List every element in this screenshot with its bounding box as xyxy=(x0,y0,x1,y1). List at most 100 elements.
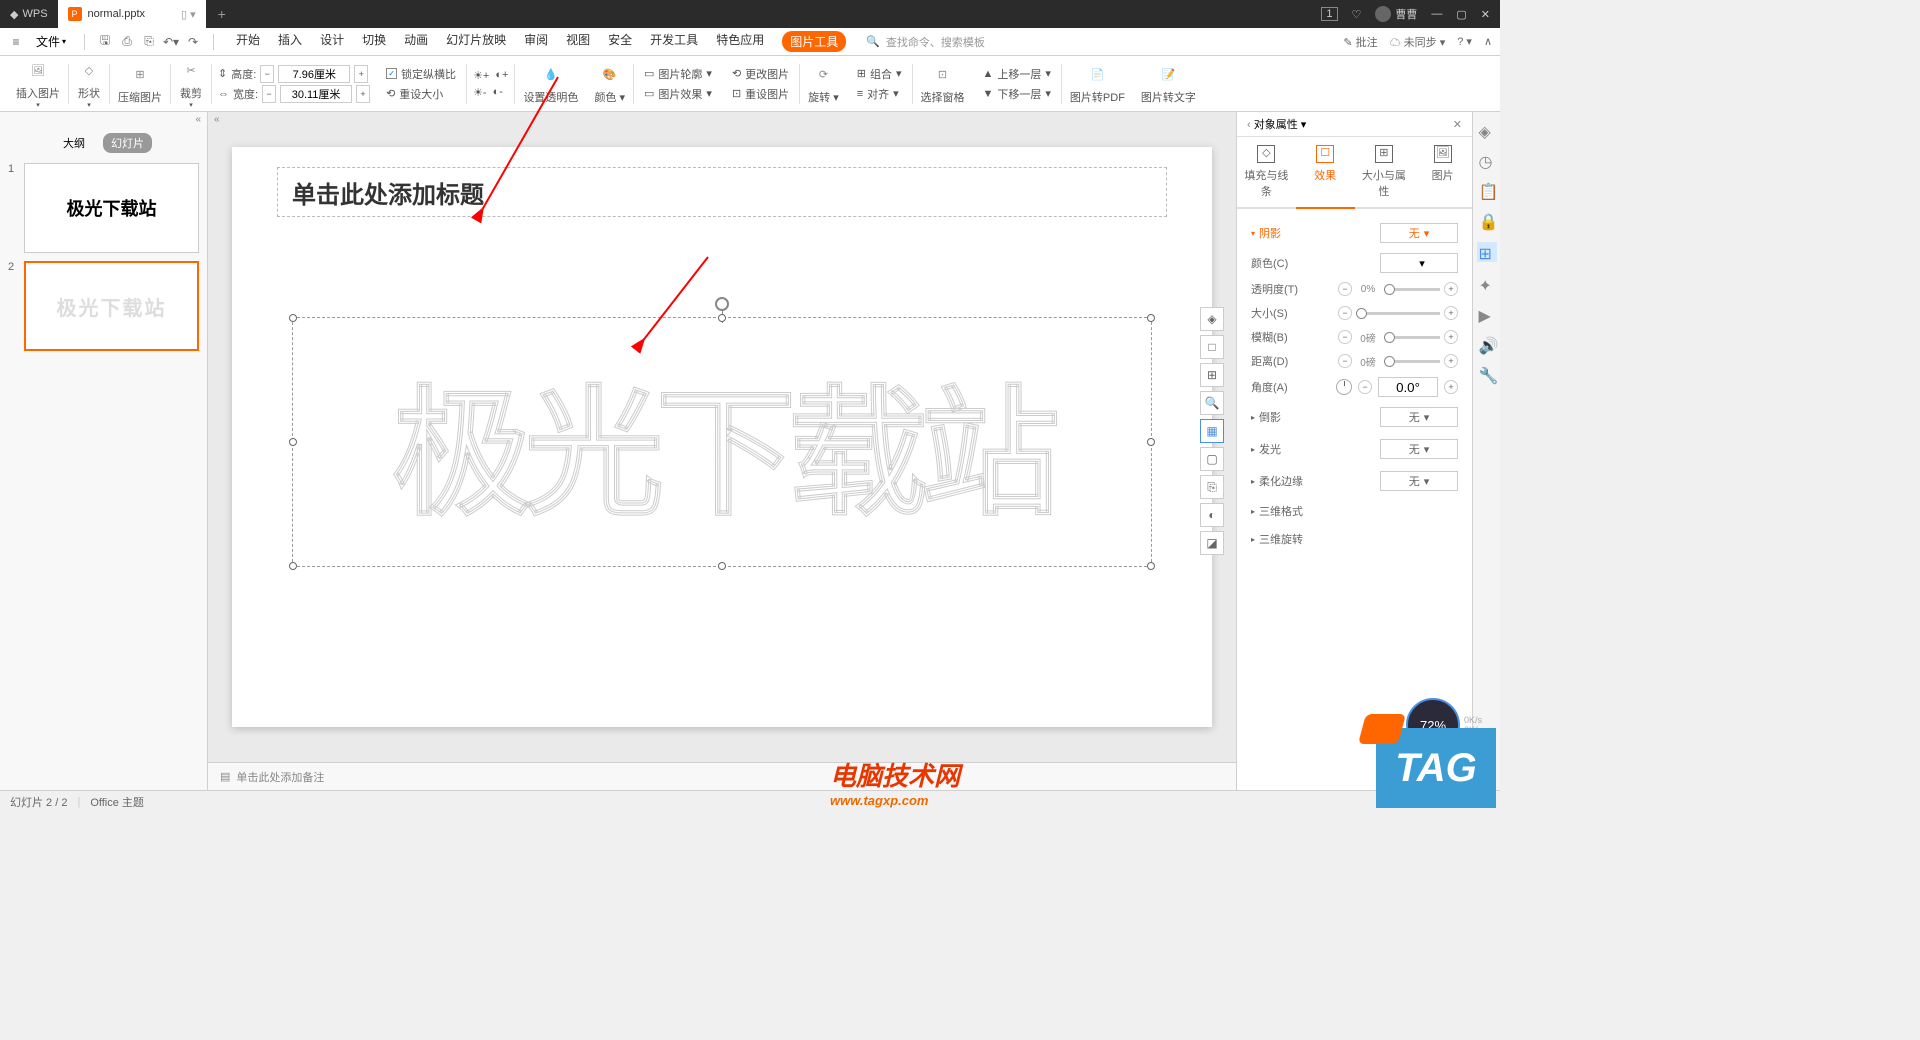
print-preview-icon[interactable]: ⎙ xyxy=(119,34,135,50)
selected-image[interactable]: 极光下载站 xyxy=(292,317,1152,567)
size-minus[interactable]: − xyxy=(1338,306,1352,320)
send-backward-button[interactable]: ▼下移一层 ▾ xyxy=(979,85,1055,103)
trans-minus[interactable]: − xyxy=(1338,282,1352,296)
ft-layers-icon[interactable]: ◈ xyxy=(1200,307,1224,331)
sec-shadow[interactable]: ▾阴影 无 ▾ xyxy=(1251,217,1458,249)
user-avatar[interactable]: 曹曹 xyxy=(1375,6,1417,22)
rs-lock-icon[interactable]: 🔒 xyxy=(1479,212,1495,228)
badge[interactable]: 1 xyxy=(1321,7,1337,21)
prop-close-icon[interactable]: ✕ xyxy=(1453,118,1462,131)
sec-softedge[interactable]: ▸柔化边缘 无 ▾ xyxy=(1251,465,1458,497)
sec-glow[interactable]: ▸发光 无 ▾ xyxy=(1251,433,1458,465)
reflection-preset[interactable]: 无 ▾ xyxy=(1380,407,1458,427)
rs-clipboard-icon[interactable]: 📋 xyxy=(1479,182,1495,198)
ft-style-icon[interactable]: ◐ xyxy=(1200,503,1224,527)
height-input[interactable] xyxy=(278,65,350,83)
tab-design[interactable]: 设计 xyxy=(320,31,344,52)
collapse-ribbon-icon[interactable]: ∧ xyxy=(1484,35,1492,48)
print-icon[interactable]: ⎘ xyxy=(141,34,157,50)
slide[interactable]: 单击此处添加标题 极光下载站 xyxy=(232,147,1212,727)
tab-slideshow[interactable]: 幻灯片放映 xyxy=(446,31,506,52)
prop-tab-fill[interactable]: ◇填充与线条 xyxy=(1237,137,1296,207)
height-minus[interactable]: − xyxy=(260,65,274,83)
maximize-icon[interactable]: ▢ xyxy=(1456,8,1466,21)
angle-minus[interactable]: − xyxy=(1358,380,1372,394)
slide-thumb-1[interactable]: 极光下载站 xyxy=(24,163,199,253)
selection-pane-button[interactable]: ⊡选择窗格 xyxy=(913,56,973,111)
document-tab[interactable]: P normal.pptx ▯ ▾ xyxy=(58,0,206,28)
rotate-handle[interactable] xyxy=(715,297,729,311)
notes-pane[interactable]: ▤ 单击此处添加备注 xyxy=(208,762,1236,790)
crop-button[interactable]: ✂裁剪▾ xyxy=(171,56,211,111)
dist-minus[interactable]: − xyxy=(1338,354,1352,368)
shadow-color[interactable]: ▾ xyxy=(1380,253,1458,273)
compress-button[interactable]: ⊞压缩图片 xyxy=(110,56,170,111)
ft-grid-icon[interactable]: ⊞ xyxy=(1200,363,1224,387)
rs-clock-icon[interactable]: ◷ xyxy=(1479,152,1495,168)
undo-icon[interactable]: ↶▾ xyxy=(163,34,179,50)
prop-tab-picture[interactable]: 🖼图片 xyxy=(1413,137,1472,207)
tab-animation[interactable]: 动画 xyxy=(404,31,428,52)
annotate-button[interactable]: ✎ 批注 xyxy=(1343,34,1377,50)
redo-icon[interactable]: ↷ xyxy=(185,34,201,50)
ft-bg-icon[interactable]: ▢ xyxy=(1200,447,1224,471)
reset-size-button[interactable]: ⟲重设大小 xyxy=(382,85,460,103)
lock-ratio-checkbox[interactable]: ✓锁定纵横比 xyxy=(382,65,460,83)
tab-dropdown-icon[interactable]: ▯ ▾ xyxy=(181,8,196,21)
blur-minus[interactable]: − xyxy=(1338,330,1352,344)
group-button[interactable]: ⊞组合 ▾ xyxy=(853,65,906,83)
tab-dev[interactable]: 开发工具 xyxy=(650,31,698,52)
dist-slider[interactable] xyxy=(1384,360,1440,363)
tab-special[interactable]: 特色应用 xyxy=(716,31,764,52)
size-slider[interactable] xyxy=(1356,312,1440,315)
close-icon[interactable]: ✕ xyxy=(1481,8,1490,21)
tab-review[interactable]: 审阅 xyxy=(524,31,548,52)
prop-collapse-left-icon[interactable]: « xyxy=(208,112,1236,127)
sec-3drotate[interactable]: ▸三维旋转 xyxy=(1251,525,1458,553)
contrast-plus-icon[interactable]: ◐+ xyxy=(495,69,508,82)
new-tab-button[interactable]: + xyxy=(206,6,238,22)
tab-view[interactable]: 视图 xyxy=(566,31,590,52)
save-icon[interactable]: 🖫 xyxy=(97,34,113,50)
outline-button[interactable]: ▭图片轮廓 ▾ xyxy=(640,65,716,83)
tab-picture-tools[interactable]: 图片工具 xyxy=(782,31,846,52)
handle-mr[interactable] xyxy=(1147,438,1155,446)
angle-input[interactable] xyxy=(1378,377,1438,397)
wps-logo[interactable]: ◆ WPS xyxy=(0,8,58,21)
search-box[interactable]: 🔍 查找命令、搜索模板 xyxy=(866,34,985,50)
change-pic-button[interactable]: ⟲更改图片 xyxy=(728,65,793,83)
handle-bc[interactable] xyxy=(718,562,726,570)
tab-home[interactable]: 开始 xyxy=(236,31,260,52)
contrast-minus-icon[interactable]: ◐- xyxy=(493,86,503,99)
set-transparent-button[interactable]: 💧设置透明色 xyxy=(515,56,586,111)
file-menu[interactable]: 文件▾ xyxy=(30,31,72,52)
sec-3dformat[interactable]: ▸三维格式 xyxy=(1251,497,1458,525)
reset-pic-button[interactable]: ⊡重设图片 xyxy=(728,85,793,103)
handle-tc[interactable] xyxy=(718,314,726,322)
handle-br[interactable] xyxy=(1147,562,1155,570)
sync-button[interactable]: ☁ 未同步 ▾ xyxy=(1390,34,1446,50)
brightness-minus-icon[interactable]: ☀- xyxy=(473,86,487,99)
pic-to-text-button[interactable]: 📝图片转文字 xyxy=(1133,56,1204,111)
height-plus[interactable]: + xyxy=(354,65,368,83)
outline-tab[interactable]: 大纲 xyxy=(55,133,93,153)
rotate-button[interactable]: ⟳旋转 ▾ xyxy=(800,56,847,111)
rs-template-icon[interactable]: ◈ xyxy=(1479,122,1495,138)
rs-property-icon[interactable]: ⊞ xyxy=(1477,242,1497,262)
insert-picture-button[interactable]: 🖼插入图片▾ xyxy=(8,56,68,111)
ft-select-icon[interactable]: ▦ xyxy=(1200,419,1224,443)
sec-reflection[interactable]: ▸倒影 无 ▾ xyxy=(1251,401,1458,433)
title-placeholder[interactable]: 单击此处添加标题 xyxy=(277,167,1167,217)
size-plus[interactable]: + xyxy=(1444,306,1458,320)
width-minus[interactable]: − xyxy=(262,85,276,103)
ft-crop-icon[interactable]: □ xyxy=(1200,335,1224,359)
tab-insert[interactable]: 插入 xyxy=(278,31,302,52)
trans-plus[interactable]: + xyxy=(1444,282,1458,296)
help-icon[interactable]: ? ▾ xyxy=(1457,35,1472,48)
ft-zoom-icon[interactable]: 🔍 xyxy=(1200,391,1224,415)
glow-preset[interactable]: 无 ▾ xyxy=(1380,439,1458,459)
prop-tab-effect[interactable]: ☐效果 xyxy=(1296,137,1355,209)
angle-dial[interactable] xyxy=(1336,379,1352,395)
rs-tools-icon[interactable]: 🔧 xyxy=(1479,366,1495,382)
prop-tab-size[interactable]: ⊞大小与属性 xyxy=(1355,137,1414,207)
